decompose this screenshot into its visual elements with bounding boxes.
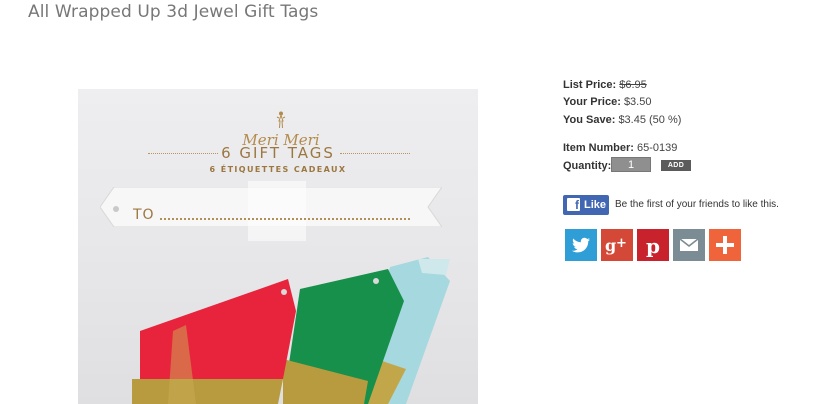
your-price-value: $3.50 — [623, 96, 652, 108]
list-price-value: $6.95 — [619, 79, 647, 91]
facebook-like-label: Like — [584, 199, 607, 211]
facebook-like-button[interactable]: f Like — [563, 195, 609, 215]
jewel-gift-tags-art — [132, 257, 450, 404]
email-icon — [673, 229, 705, 261]
product-image[interactable]: Meri Meri 6 GIFT TAGS 6 ÉTIQUETTES CADEA… — [78, 89, 478, 404]
you-save-value: $3.45 (50 %) — [618, 114, 682, 126]
svg-text:+: + — [616, 236, 627, 251]
more-share-button[interactable] — [709, 229, 741, 261]
plus-icon — [709, 229, 741, 261]
you-save-label: You Save: — [563, 114, 616, 126]
svg-text:g: g — [605, 236, 616, 255]
twitter-icon — [565, 229, 597, 261]
facebook-icon: f — [567, 198, 580, 212]
pinterest-icon: p — [637, 229, 669, 261]
list-price-label: List Price: — [563, 79, 617, 91]
add-to-cart-button[interactable]: ADD — [661, 160, 691, 171]
pinterest-share-button[interactable]: p — [637, 229, 669, 261]
quantity-label: Quantity: — [563, 160, 612, 172]
your-price-label: Your Price: — [563, 96, 621, 108]
item-number-label: Item Number: — [563, 142, 634, 154]
google-plus-share-button[interactable]: g + — [601, 229, 633, 261]
list-price-row: List Price: $6.95 — [563, 79, 647, 91]
your-price-row: Your Price: $3.50 — [563, 96, 651, 108]
quantity-row: Quantity: 1 ADD — [563, 157, 703, 176]
twitter-share-button[interactable] — [565, 229, 597, 261]
quantity-input[interactable]: 1 — [611, 157, 651, 172]
product-title: All Wrapped Up 3d Jewel Gift Tags — [28, 2, 319, 22]
google-plus-icon: g + — [601, 229, 633, 261]
facebook-like-text: Be the first of your friends to like thi… — [615, 199, 779, 210]
svg-text:p: p — [646, 234, 660, 258]
you-save-row: You Save: $3.45 (50 %) — [563, 114, 681, 126]
item-number-value: 65-0139 — [636, 142, 678, 154]
email-share-button[interactable] — [673, 229, 705, 261]
item-number-row: Item Number: 65-0139 — [563, 142, 677, 154]
